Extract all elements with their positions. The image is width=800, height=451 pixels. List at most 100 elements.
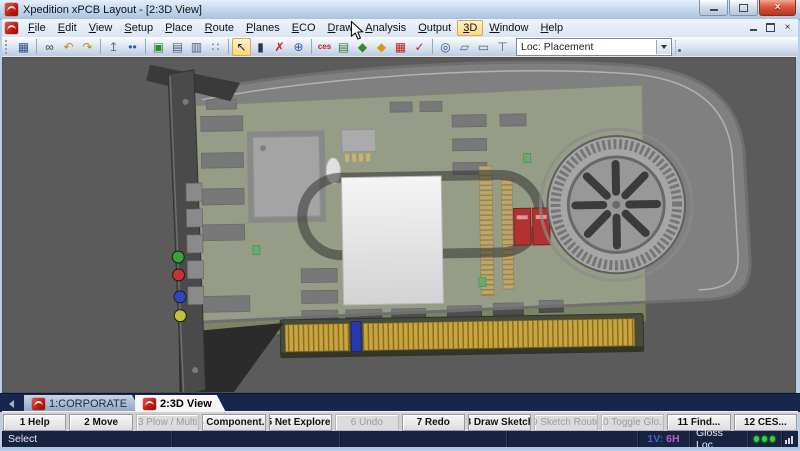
fkey-2-move[interactable]: 2 Move [69,414,132,431]
app-icon [143,398,156,410]
ok-diamond-icon[interactable]: ◆ [353,38,372,56]
toolbar-separator [145,39,146,54]
menu-item-edit[interactable]: Edit [52,20,83,36]
maximize-button[interactable] [729,0,758,16]
3d-viewport[interactable] [2,57,796,393]
scheme-combobox-value: Loc: Placement [521,41,593,53]
toolbar-separator [228,39,229,54]
fkey-4-component[interactable]: 4 Component... [202,414,265,431]
menu-item-analysis[interactable]: Analysis [359,20,412,36]
function-key-bar: 1 Help2 Move3 Plow / Multi4 Component...… [2,411,798,432]
save-icon[interactable]: ▦ [14,38,33,56]
menu-item-help[interactable]: Help [534,20,569,36]
report-icon[interactable]: ▤ [334,38,353,56]
fkey-3-plow-multi: 3 Plow / Multi [136,414,199,431]
world-icon[interactable]: ⊕ [289,38,308,56]
menu-item-window[interactable]: Window [483,20,534,36]
menu-item-eco[interactable]: ECO [286,20,322,36]
signal-bars-icon [782,431,798,447]
status-dot [762,436,767,442]
fkey-1-help[interactable]: 1 Help [3,414,66,431]
menu-item-setup[interactable]: Setup [118,20,159,36]
fkey-7-redo[interactable]: 7 Redo [402,414,465,431]
drc-icon[interactable]: ▦ [391,38,410,56]
toolbar-separator [36,39,37,54]
application-window: Xpedition xPCB Layout - [2:3D View] × Fi… [0,0,800,450]
toolbar-grip[interactable] [5,40,11,54]
fkey-10-toggle-glo: 10 Toggle Glo... [601,414,664,431]
toolbar-separator [432,39,433,54]
fkey-9-sketch-route: 9 Sketch Route [534,414,597,431]
status-mode: Select [2,431,172,447]
open-window-icon[interactable]: ▥ [187,38,206,56]
tab-label: 2:3D View [160,398,212,410]
menu-item-3d[interactable]: 3D [457,20,483,36]
menu-bar: FileEditViewSetupPlaceRoutePlanesECODraw… [2,19,798,37]
status-bar: Select 1V: 6H Gloss Loc [2,431,798,447]
toolbar-overflow-button[interactable] [675,40,683,54]
tab-1-corporate[interactable]: 1:CORPORATE [24,395,141,412]
status-dot [770,436,775,442]
menu-item-draw[interactable]: Draw [322,20,360,36]
zoom-icon[interactable]: ◎ [436,38,455,56]
toolbar-separator [311,39,312,54]
page-icon[interactable]: ▭ [474,38,493,56]
menu-item-view[interactable]: View [83,20,119,36]
menu-item-file[interactable]: File [22,20,52,36]
gloss-mode-label[interactable]: Gloss Loc [690,431,748,447]
new-window-icon[interactable]: ▣ [149,38,168,56]
fkey-8-draw-sketch[interactable]: 8 Draw Sketch [468,414,531,431]
view-tab-bar: 1:CORPORATE 2:3D View [0,393,800,412]
tab-label: 1:CORPORATE [49,398,127,410]
mdi-close-button[interactable]: × [781,21,794,33]
tab-scroll-left-button[interactable] [3,397,16,410]
ces-icon[interactable]: ces [315,38,334,56]
chevron-down-icon[interactable] [656,40,670,54]
status-field-1 [172,431,340,447]
verify-icon[interactable]: ✓ [410,38,429,56]
find-icon[interactable]: ∞ [40,38,59,56]
toolbar-separator [100,39,101,54]
menu-item-output[interactable]: Output [412,20,457,36]
tab-2-3d-view[interactable]: 2:3D View [135,395,226,412]
copy-icon[interactable]: ▱ [455,38,474,56]
window-title: Xpedition xPCB Layout - [2:3D View] [23,4,202,16]
menu-item-planes[interactable]: Planes [240,20,286,36]
menu-item-place[interactable]: Place [159,20,199,36]
warning-diamond-icon[interactable]: ◆ [372,38,391,56]
layer-indicator[interactable]: 1V: 6H [638,431,690,447]
app-icon [5,3,18,16]
undo-icon[interactable]: ↶ [59,38,78,56]
fkey-12-ces[interactable]: 12 CES... [734,414,797,431]
people-icon[interactable]: •• [123,38,142,56]
minimize-button[interactable] [699,0,728,16]
fkey-5-net-explorer[interactable]: 5 Net Explorer [269,414,332,431]
edge-connector [280,314,644,358]
cascade-windows-icon[interactable]: ▤ [168,38,187,56]
title-bar: Xpedition xPCB Layout - [2:3D View] × [0,0,800,20]
close-button[interactable]: × [759,0,796,16]
board-icon[interactable]: ▮ [251,38,270,56]
pcb-3d-render [3,58,795,392]
tools-icon[interactable]: ⊤ [493,38,512,56]
horizontal-layer-label: 6H [666,433,679,445]
mdi-restore-button[interactable] [764,21,777,33]
fan [546,135,686,275]
vertical-layer-label: 1V: [647,433,663,445]
menu-item-route[interactable]: Route [199,20,240,36]
pin-icon[interactable]: ↥ [104,38,123,56]
heatsink [341,176,443,305]
mdi-minimize-button[interactable] [747,21,760,33]
fkey-6-undo: 6 Undo [335,414,398,431]
status-dot [754,436,759,442]
cut-plane-icon[interactable]: ✗ [270,38,289,56]
toolbar: ▦∞↶↷↥••▣▤▥∷↖▮✗⊕ces▤◆◆▦✓◎▱▭⊤ Loc: Placeme… [2,37,798,57]
select-icon[interactable]: ↖ [232,38,251,56]
status-indicator-lights [748,431,782,447]
redo-icon[interactable]: ↷ [78,38,97,56]
grid-icon[interactable]: ∷ [206,38,225,56]
status-field-3 [507,431,638,447]
scheme-combobox[interactable]: Loc: Placement [516,38,672,56]
app-icon [32,398,45,410]
status-field-2 [340,431,507,447]
